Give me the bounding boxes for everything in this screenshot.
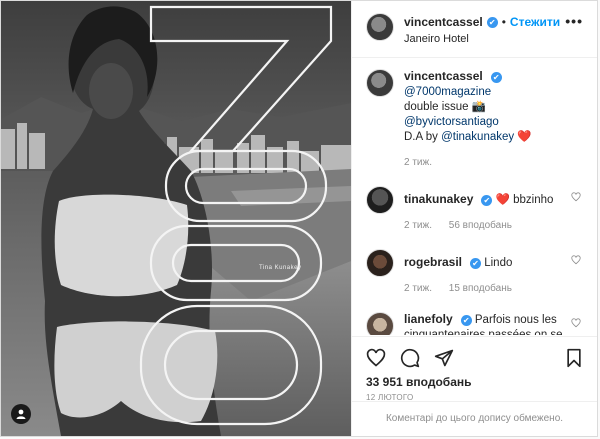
comment-username[interactable]: rogebrasil (404, 255, 462, 269)
comment-username[interactable]: tinakunakey (404, 192, 473, 206)
instagram-post: Tina Kunakey vincentcassel ✔ • Стежити J… (0, 0, 598, 437)
avatar[interactable] (366, 69, 394, 97)
verified-badge-icon: ✔ (470, 258, 482, 269)
verified-badge-icon: ✔ (490, 72, 502, 83)
mention-link[interactable]: @7000magazine (404, 86, 491, 98)
comment-time[interactable]: 2 тиж. (404, 220, 432, 231)
likes-count[interactable]: 33 951 вподобань (366, 375, 583, 389)
comments-disabled-notice: Коментарі до цього допису обмежено. (352, 401, 597, 436)
header-info: vincentcassel ✔ • Стежити Janeiro Hotel (404, 15, 560, 45)
post-photo[interactable]: Tina Kunakey (1, 1, 351, 436)
caption-text: D.A by (404, 131, 438, 143)
like-comment-heart-icon[interactable] (571, 255, 581, 265)
heart-emoji: ❤️ (517, 131, 532, 143)
mention-link[interactable]: @byvictorsantiago (404, 116, 499, 128)
separator-dot: • (501, 15, 506, 29)
photo-scene (1, 1, 351, 436)
comment-item: rogebrasil ✔ Lindo 2 тиж. 15 вподобань (366, 249, 585, 296)
avatar[interactable] (366, 186, 394, 214)
caption-comment: vincentcassel ✔ @7000magazine double issu… (366, 69, 585, 170)
comment-item: lianefoly ✔ Parfois nous les cinquantenai… (366, 312, 585, 335)
avatar[interactable] (366, 13, 394, 41)
post-header: vincentcassel ✔ • Стежити Janeiro Hotel … (352, 1, 597, 58)
save-bookmark-icon[interactable] (565, 348, 583, 368)
user-tag-button[interactable] (11, 404, 31, 424)
comment-time[interactable]: 2 тиж. (404, 283, 432, 294)
comment-text: bbzinho (513, 194, 554, 206)
comment-text: Lindo (484, 257, 513, 269)
more-options-icon[interactable]: ••• (565, 13, 583, 29)
comment-likes[interactable]: 56 вподобань (449, 220, 512, 231)
user-tag-icon (16, 409, 26, 419)
comments-list: vincentcassel ✔ @7000magazine double issu… (352, 59, 597, 335)
avatar[interactable] (366, 249, 394, 277)
verified-badge-icon: ✔ (486, 16, 498, 28)
share-icon[interactable] (434, 348, 454, 368)
follow-button[interactable]: Стежити (510, 15, 560, 29)
photo-overlay-caption: Tina Kunakey (259, 265, 302, 271)
verified-badge-icon: ✔ (460, 315, 472, 326)
comment-item: tinakunakey ✔ ❤️ bbzinho 2 тиж. 56 вподоб… (366, 186, 585, 233)
like-comment-heart-icon[interactable] (571, 318, 581, 328)
heart-emoji: ❤️ (495, 194, 510, 206)
author-username[interactable]: vincentcassel (404, 15, 483, 29)
caption-text: double issue (404, 101, 469, 113)
comment-likes[interactable]: 15 вподобань (449, 283, 512, 294)
like-heart-icon[interactable] (366, 348, 386, 368)
location-link[interactable]: Janeiro Hotel (404, 33, 560, 45)
like-comment-heart-icon[interactable] (571, 192, 581, 202)
mention-link[interactable]: @tinakunakey (441, 131, 514, 143)
comment-username[interactable]: lianefoly (404, 312, 453, 326)
comment-time[interactable]: 2 тиж. (404, 157, 432, 168)
verified-badge-icon: ✔ (481, 195, 493, 206)
post-side-panel: vincentcassel ✔ • Стежити Janeiro Hotel … (351, 1, 597, 436)
avatar[interactable] (366, 312, 394, 335)
comment-username[interactable]: vincentcassel (404, 69, 483, 83)
camera-emoji: 📸 (471, 101, 487, 113)
comment-icon[interactable] (400, 348, 420, 368)
